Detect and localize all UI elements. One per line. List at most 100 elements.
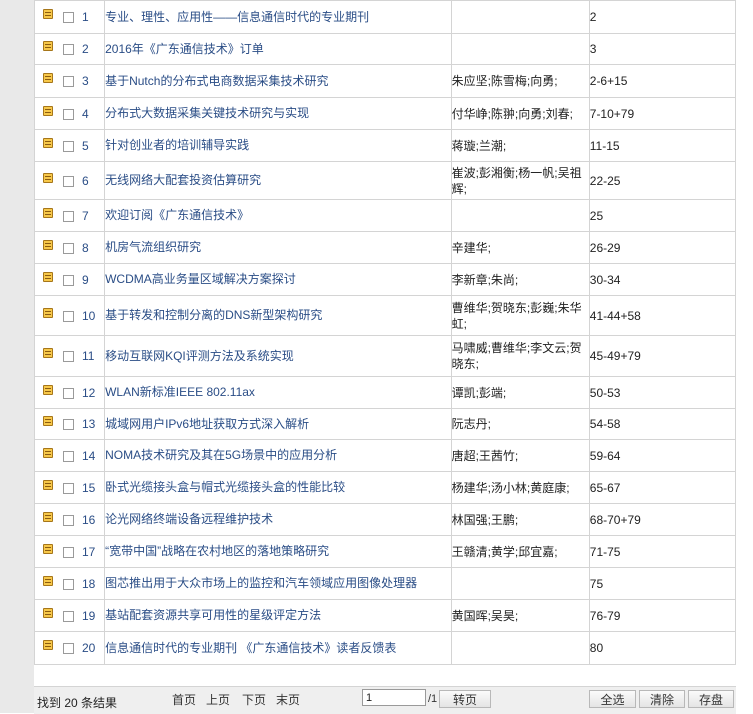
article-title-link[interactable]: 城域网用户IPv6地址获取方式深入解析 — [105, 417, 309, 431]
row-checkbox[interactable] — [63, 351, 74, 362]
row-index: 17 — [82, 545, 96, 559]
row-checkbox[interactable] — [63, 44, 74, 55]
article-title-link[interactable]: 无线网络大配套投资估算研究 — [105, 173, 261, 187]
article-title-link[interactable]: 卧式光缆接头盒与帽式光缆接头盒的性能比较 — [105, 480, 345, 494]
document-icon[interactable] — [43, 106, 53, 116]
article-title-link[interactable]: 欢迎订阅《广东通信技术》 — [105, 208, 249, 222]
row-checkbox[interactable] — [63, 483, 74, 494]
document-icon[interactable] — [43, 480, 53, 490]
row-checkbox[interactable] — [63, 611, 74, 622]
document-icon[interactable] — [43, 348, 53, 358]
article-title-link[interactable]: “宽带中国”战略在农村地区的落地策略研究 — [105, 544, 329, 558]
save-button[interactable]: 存盘 — [688, 690, 734, 708]
document-icon[interactable] — [43, 608, 53, 618]
author-cell: 谭凯;彭端; — [450, 376, 590, 409]
document-icon[interactable] — [43, 9, 53, 19]
document-icon[interactable] — [43, 512, 53, 522]
last-page-link[interactable]: 末页 — [276, 691, 300, 708]
page-range: 3 — [589, 42, 597, 56]
article-title-link[interactable]: WLAN新标准IEEE 802.11ax — [105, 385, 255, 399]
author-list: 阮志丹; — [451, 417, 491, 431]
article-title-link[interactable]: WCDMA高业务量区域解决方案探讨 — [105, 272, 296, 286]
row-checkbox[interactable] — [63, 176, 74, 187]
clear-button[interactable]: 清除 — [639, 690, 685, 708]
row-checkbox[interactable] — [63, 243, 74, 254]
article-title-link[interactable]: 专业、理性、应用性——信息通信时代的专业期刊 — [105, 10, 369, 24]
author-cell: 曹维华;贺晓东;彭巍;朱华虹; — [450, 295, 590, 336]
article-title-link[interactable]: 基于Nutch的分布式电商数据采集技术研究 — [105, 74, 328, 88]
article-title-link[interactable]: 针对创业者的培训辅导实践 — [105, 138, 249, 152]
title-cell: 基于转发和控制分离的DNS新型架构研究 — [104, 295, 452, 336]
author-list: 唐超;王茜竹; — [451, 448, 519, 463]
document-icon[interactable] — [43, 308, 53, 318]
article-title-link[interactable]: 2016年《广东通信技术》订单 — [105, 42, 264, 56]
document-icon[interactable] — [43, 385, 53, 395]
row-checkbox[interactable] — [63, 643, 74, 654]
row-select-cell: 13 — [33, 408, 106, 440]
document-icon[interactable] — [43, 138, 53, 148]
article-title-link[interactable]: 信息通信时代的专业期刊 《广东通信技术》读者反馈表 — [105, 641, 396, 655]
prev-page-link[interactable]: 上页 — [206, 691, 230, 708]
document-icon[interactable] — [43, 416, 53, 426]
table-row: 2 2016年《广东通信技术》订单 3 — [33, 33, 737, 65]
row-checkbox[interactable] — [63, 76, 74, 87]
article-title-link[interactable]: 图芯推出用于大众市场上的监控和汽车领域应用图像处理器 — [105, 576, 417, 590]
author-list: 辛建华; — [451, 240, 491, 255]
row-checkbox[interactable] — [63, 547, 74, 558]
row-checkbox[interactable] — [63, 275, 74, 286]
pages-cell: 59-64 — [588, 439, 737, 472]
row-checkbox[interactable] — [63, 311, 74, 322]
author-cell: 唐超;王茜竹; — [450, 439, 590, 472]
author-list: 谭凯;彭端; — [451, 385, 507, 400]
pages-cell: 3 — [588, 33, 737, 65]
row-checkbox[interactable] — [63, 515, 74, 526]
title-cell: 分布式大数据采集关键技术研究与实现 — [104, 97, 452, 130]
document-icon[interactable] — [43, 240, 53, 250]
row-select-cell: 15 — [33, 471, 106, 504]
row-checkbox[interactable] — [63, 12, 74, 23]
next-page-link[interactable]: 下页 — [242, 691, 266, 708]
page-number-input[interactable] — [362, 689, 426, 706]
table-row: 14 NOMA技术研究及其在5G场景中的应用分析 唐超;王茜竹; 59-64 — [33, 439, 737, 472]
article-title-link[interactable]: NOMA技术研究及其在5G场景中的应用分析 — [105, 448, 337, 462]
author-list: 曹维华;贺晓东;彭巍;朱华虹; — [451, 300, 582, 331]
table-row: 16 论光网络终端设备远程维护技术 林国强;王鹏; 68-70+79 — [33, 503, 737, 536]
pages-cell: 54-58 — [588, 408, 737, 440]
article-title-link[interactable]: 论光网络终端设备远程维护技术 — [105, 512, 273, 526]
row-checkbox[interactable] — [63, 211, 74, 222]
document-icon[interactable] — [43, 544, 53, 554]
row-index: 9 — [82, 273, 89, 287]
document-icon[interactable] — [43, 640, 53, 650]
row-index: 18 — [82, 577, 96, 591]
document-icon[interactable] — [43, 173, 53, 183]
pages-cell: 11-15 — [588, 129, 737, 162]
row-checkbox[interactable] — [63, 579, 74, 590]
author-cell: 马啸威;曹维华;李文云;贺晓东; — [450, 335, 590, 377]
row-checkbox[interactable] — [63, 419, 74, 430]
article-title-link[interactable]: 基于转发和控制分离的DNS新型架构研究 — [105, 308, 322, 322]
document-icon[interactable] — [43, 73, 53, 83]
select-all-button[interactable]: 全选 — [589, 690, 636, 708]
row-checkbox[interactable] — [63, 451, 74, 462]
document-icon[interactable] — [43, 272, 53, 282]
document-icon[interactable] — [43, 208, 53, 218]
go-to-page-button[interactable]: 转页 — [439, 690, 491, 708]
row-index: 5 — [82, 139, 89, 153]
article-title-link[interactable]: 分布式大数据采集关键技术研究与实现 — [105, 106, 309, 120]
article-title-link[interactable]: 移动互联网KQI评测方法及系统实现 — [105, 349, 294, 363]
article-title-link[interactable]: 基站配套资源共享可用性的星级评定方法 — [105, 608, 321, 622]
title-cell: 针对创业者的培训辅导实践 — [104, 129, 452, 162]
article-title-link[interactable]: 机房气流组织研究 — [105, 240, 201, 254]
page-range: 45-49+79 — [589, 349, 641, 363]
pages-cell: 7-10+79 — [588, 97, 737, 130]
document-icon[interactable] — [43, 41, 53, 51]
document-icon[interactable] — [43, 448, 53, 458]
row-checkbox[interactable] — [63, 109, 74, 120]
row-select-cell: 6 — [33, 161, 106, 200]
document-icon[interactable] — [43, 576, 53, 586]
page-range: 68-70+79 — [589, 512, 641, 527]
first-page-link[interactable]: 首页 — [172, 691, 196, 708]
row-checkbox[interactable] — [63, 141, 74, 152]
row-checkbox[interactable] — [63, 388, 74, 399]
pages-cell: 75 — [588, 567, 737, 600]
